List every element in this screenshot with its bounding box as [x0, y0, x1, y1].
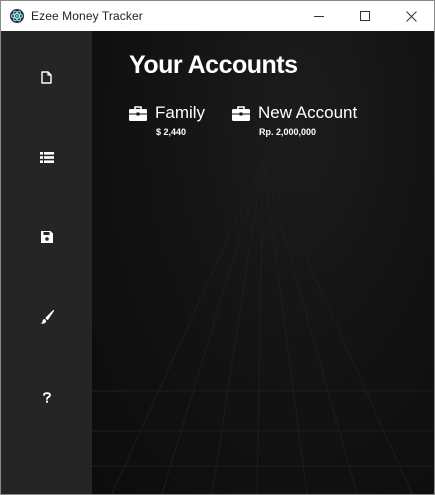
- main-panel: Your Accounts Family $ 2,440 New Account…: [92, 31, 434, 494]
- close-button[interactable]: [388, 1, 434, 31]
- save-icon: [40, 231, 53, 243]
- briefcase-icon: [232, 105, 250, 121]
- sidebar-item-help[interactable]: [1, 377, 92, 417]
- paintbrush-icon: [40, 310, 54, 324]
- briefcase-icon: [129, 105, 147, 121]
- question-icon: [42, 391, 51, 403]
- maximize-icon: [360, 11, 370, 21]
- sidebar-item-save[interactable]: [1, 217, 92, 257]
- list-icon: [39, 151, 54, 163]
- sidebar: [1, 31, 92, 494]
- background-pattern: [92, 160, 434, 494]
- file-icon: [41, 70, 52, 84]
- maximize-button[interactable]: [342, 1, 388, 31]
- sidebar-item-new[interactable]: [1, 57, 92, 97]
- app-window: Ezee Money Tracker Your Accounts Family …: [0, 0, 435, 495]
- account-card-new-account[interactable]: New Account Rp. 2,000,000: [232, 103, 357, 137]
- account-balance: $ 2,440: [156, 127, 187, 137]
- app-content: Your Accounts Family $ 2,440 New Account…: [1, 31, 434, 494]
- sidebar-item-theme[interactable]: [1, 297, 92, 337]
- minimize-icon: [314, 16, 324, 17]
- sidebar-item-list[interactable]: [1, 137, 92, 177]
- account-name: New Account: [258, 103, 358, 122]
- app-logo-icon: [9, 8, 25, 24]
- account-balance: Rp. 2,000,000: [259, 127, 317, 137]
- page-title: Your Accounts: [129, 51, 298, 79]
- window-title: Ezee Money Tracker: [31, 9, 143, 23]
- minimize-button[interactable]: [296, 1, 342, 31]
- close-icon: [405, 10, 417, 22]
- title-bar[interactable]: Ezee Money Tracker: [1, 1, 434, 31]
- window-controls: [296, 1, 434, 31]
- account-name: Family: [155, 103, 206, 122]
- account-card-family[interactable]: Family $ 2,440: [129, 103, 205, 137]
